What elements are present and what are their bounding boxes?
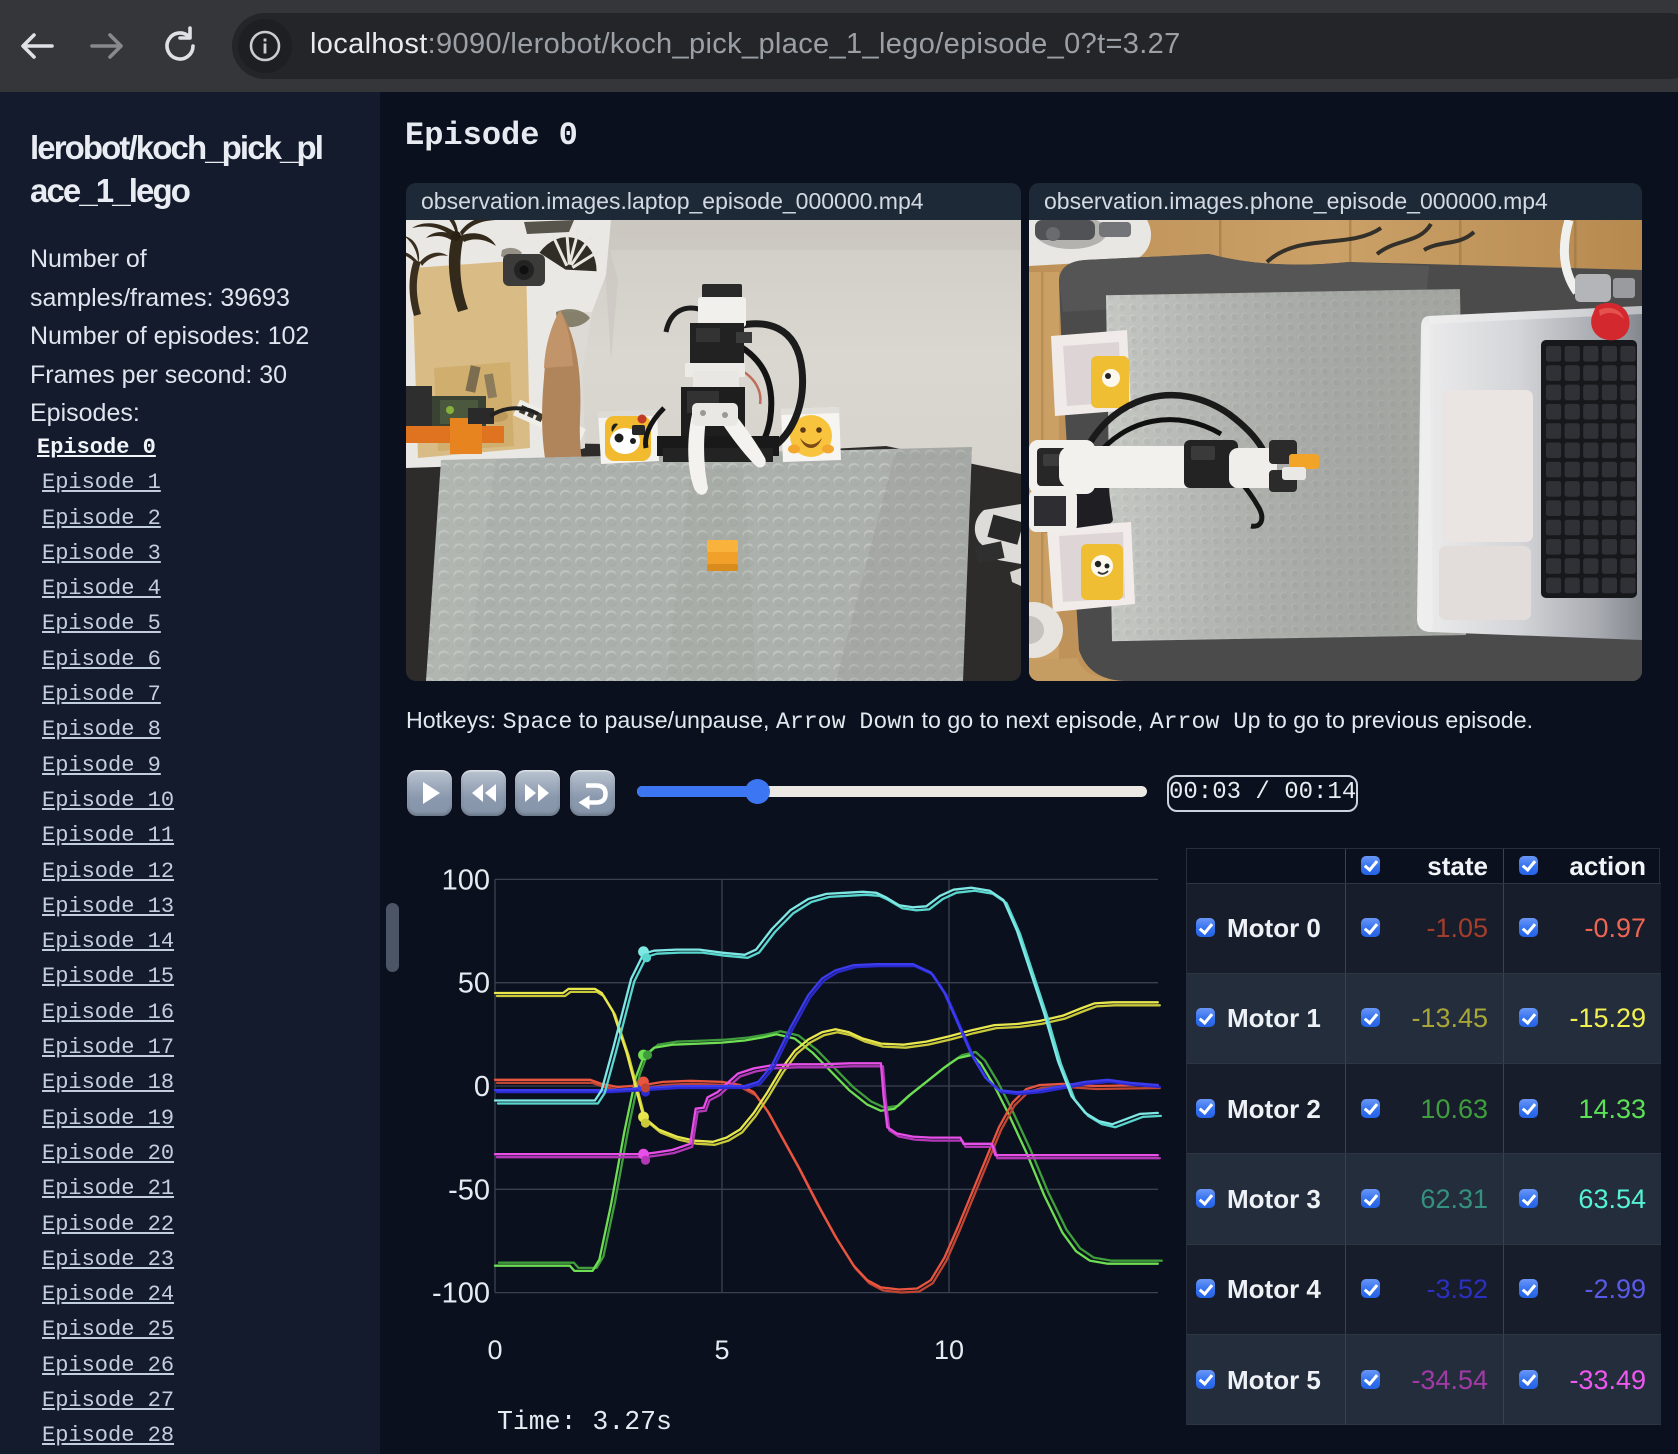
svg-text:50: 50 [458,968,490,1000]
svg-text:-50: -50 [448,1174,490,1206]
svg-text:-100: -100 [432,1278,490,1310]
svg-text:Time: 3.27s: Time: 3.27s [497,1407,672,1437]
svg-text:100: 100 [442,864,490,896]
svg-text:0: 0 [474,1071,490,1103]
svg-text:5: 5 [714,1335,729,1365]
svg-text:0: 0 [487,1335,502,1365]
svg-text:10: 10 [934,1335,964,1365]
